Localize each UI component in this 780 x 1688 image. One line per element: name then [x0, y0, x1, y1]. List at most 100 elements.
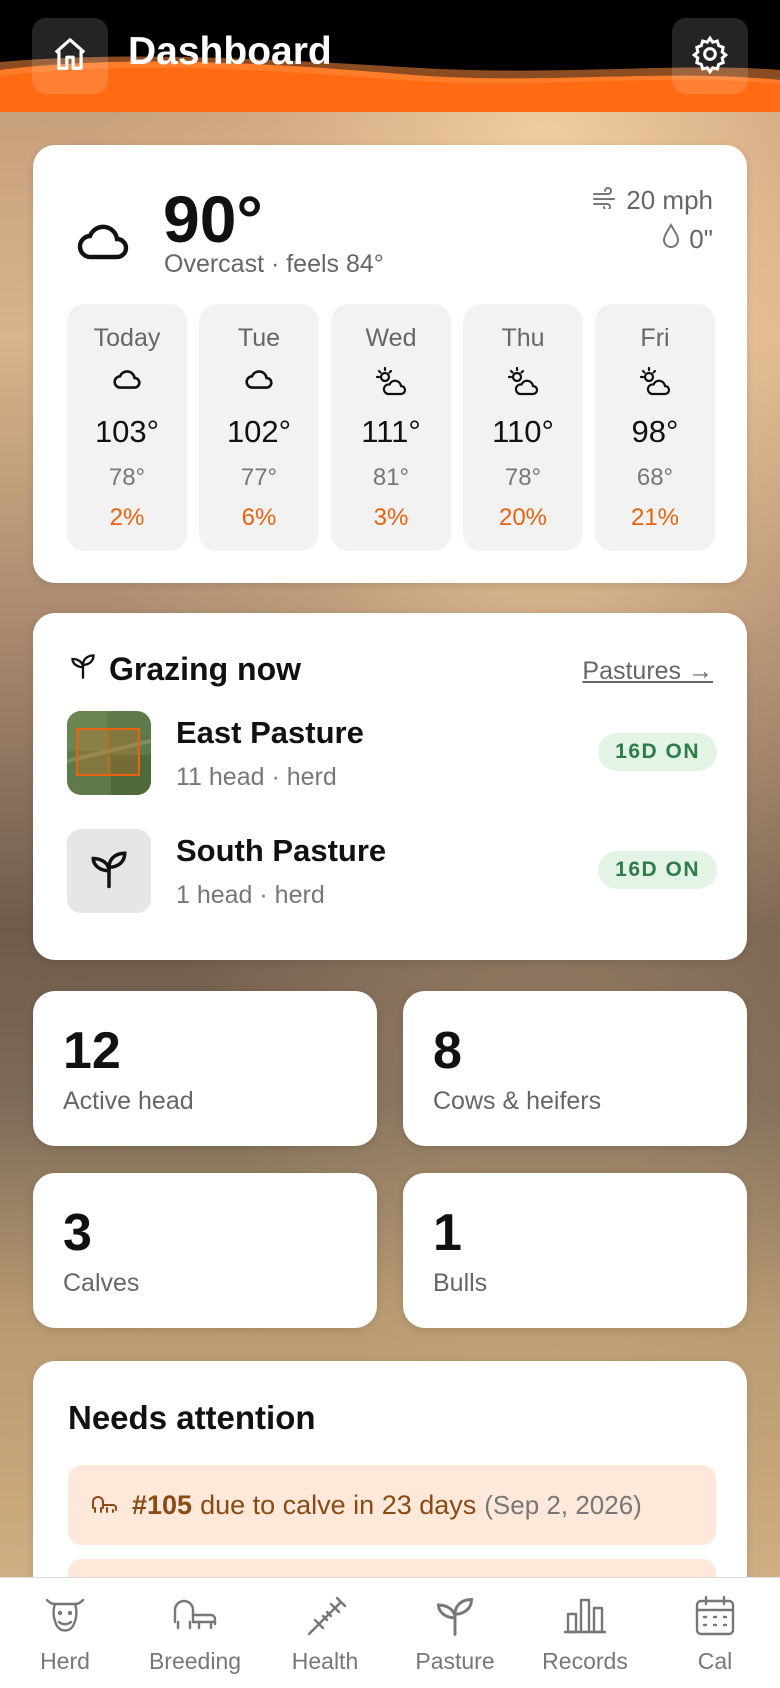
stat-label: Cows & heifers [433, 1087, 602, 1115]
forecast-day[interactable]: Fri 98° 68° 21% [595, 304, 715, 551]
grazing-title-text: Grazing now [109, 651, 301, 687]
forecast-day-name: Fri [640, 324, 670, 352]
needs-attention-title: Needs attention [68, 1399, 316, 1436]
stat-label: Calves [63, 1269, 140, 1297]
page-title: Dashboard [128, 30, 332, 73]
nav-label: Records [542, 1648, 628, 1674]
nav-label: Pasture [415, 1648, 495, 1674]
forecast-day[interactable]: Thu 110° 78° 20% [463, 304, 583, 551]
stat-number: 8 [433, 1022, 462, 1080]
pasture-name: East Pasture [176, 715, 364, 750]
stat-number: 12 [63, 1022, 121, 1080]
cloud-icon [75, 217, 131, 270]
stat-label: Active head [63, 1087, 194, 1115]
grazing-card: Grazing now Pastures → East Pasture 11 h… [33, 613, 747, 960]
forecast-low: 78° [108, 464, 146, 491]
forecast-precip: 21% [630, 504, 680, 531]
grazing-title: Grazing now [69, 651, 301, 688]
attention-item[interactable]: #105 due to calve in 23 days (Sep 2, 202… [68, 1465, 716, 1545]
forecast-high: 103° [94, 414, 160, 449]
partly-cloudy-icon [506, 366, 540, 403]
stat-active-head[interactable]: 12 Active head [33, 991, 377, 1146]
rain-value: 0" [689, 224, 713, 254]
settings-button[interactable] [672, 18, 748, 94]
forecast-day-name: Today [93, 324, 161, 352]
forecast-day-name: Wed [365, 324, 417, 352]
droplet-icon [661, 222, 681, 256]
nav-health[interactable]: Health [260, 1578, 390, 1688]
gear-icon [690, 34, 730, 79]
cloud-icon [244, 366, 274, 397]
forecast-high: 110° [492, 414, 554, 449]
pasture-row[interactable]: South Pasture 1 head · herd 16D ON [67, 829, 717, 915]
rain-reading: 0" [661, 222, 713, 256]
stat-label: Bulls [433, 1269, 488, 1297]
home-icon [51, 35, 89, 78]
attention-text: due to calve in 23 days [200, 1489, 477, 1520]
days-on-badge: 16D ON [598, 851, 717, 889]
forecast-strip: Today 103° 78° 2% Tue 102° 77° 6% Wed 11… [67, 304, 717, 551]
nav-pasture[interactable]: Pasture [390, 1578, 520, 1688]
cow-icon [41, 1594, 89, 1643]
stat-cows-heifers[interactable]: 8 Cows & heifers [403, 991, 747, 1146]
breeding-icon [171, 1594, 219, 1643]
forecast-day-name: Thu [501, 324, 545, 352]
forecast-high: 111° [361, 414, 421, 449]
forecast-low: 77° [240, 464, 278, 491]
pastures-link[interactable]: Pastures → [582, 657, 713, 686]
forecast-precip: 20% [498, 504, 548, 531]
nav-breeding[interactable]: Breeding [130, 1578, 260, 1688]
pasture-subtitle: 11 head · herd [176, 763, 337, 791]
nav-label: Breeding [148, 1648, 242, 1674]
pasture-subtitle: 1 head · herd [176, 881, 325, 909]
current-temperature: 90° [163, 182, 263, 256]
wind-reading: 20 mph [592, 185, 713, 216]
wind-icon [592, 185, 618, 216]
partly-cloudy-icon [638, 366, 672, 403]
bottom-nav: Herd Breeding Health Pasture Records Cal [0, 1577, 780, 1688]
bar-chart-icon [562, 1594, 608, 1643]
forecast-high: 102° [226, 414, 292, 449]
pasture-placeholder-thumbnail [67, 829, 151, 913]
animal-tag: #105 [132, 1489, 193, 1520]
nav-label: Herd [40, 1648, 90, 1674]
partly-cloudy-icon [374, 366, 408, 403]
sprout-icon [69, 651, 97, 688]
app-header: Dashboard [0, 0, 780, 112]
days-on-badge: 16D ON [598, 733, 717, 771]
stat-number: 1 [433, 1204, 462, 1262]
wind-value: 20 mph [626, 185, 713, 215]
forecast-low: 81° [372, 464, 410, 491]
cloud-icon [112, 366, 142, 397]
weather-description: Overcast · feels 84° [164, 250, 384, 278]
syringe-icon [301, 1594, 349, 1643]
attention-date: (Sep 2, 2026) [484, 1489, 642, 1520]
weather-card[interactable]: 90° Overcast · feels 84° 20 mph 0" Today… [33, 145, 747, 583]
sprout-icon [433, 1594, 477, 1643]
forecast-high: 98° [631, 414, 679, 449]
pasture-name: South Pasture [176, 833, 387, 868]
forecast-low: 78° [504, 464, 542, 491]
forecast-day[interactable]: Today 103° 78° 2% [67, 304, 187, 551]
stat-bulls[interactable]: 1 Bulls [403, 1173, 747, 1328]
forecast-precip: 6% [241, 504, 277, 531]
forecast-day-name: Tue [237, 324, 281, 352]
forecast-day[interactable]: Wed 111° 81° 3% [331, 304, 451, 551]
forecast-precip: 2% [109, 504, 145, 531]
nav-herd[interactable]: Herd [0, 1578, 130, 1688]
breeding-icon [90, 1494, 118, 1516]
calendar-icon [693, 1594, 737, 1643]
sprout-icon [88, 848, 130, 895]
nav-label: Cal [697, 1648, 733, 1674]
header-wave [0, 56, 780, 112]
forecast-low: 68° [636, 464, 674, 491]
stat-number: 3 [63, 1204, 92, 1262]
forecast-precip: 3% [373, 504, 409, 531]
stat-calves[interactable]: 3 Calves [33, 1173, 377, 1328]
nav-records[interactable]: Records [520, 1578, 650, 1688]
forecast-day[interactable]: Tue 102° 77° 6% [199, 304, 319, 551]
pasture-map-thumbnail [67, 711, 151, 795]
home-button[interactable] [32, 18, 108, 94]
nav-calendar[interactable]: Cal [650, 1578, 780, 1688]
pasture-row[interactable]: East Pasture 11 head · herd 16D ON [67, 711, 717, 797]
